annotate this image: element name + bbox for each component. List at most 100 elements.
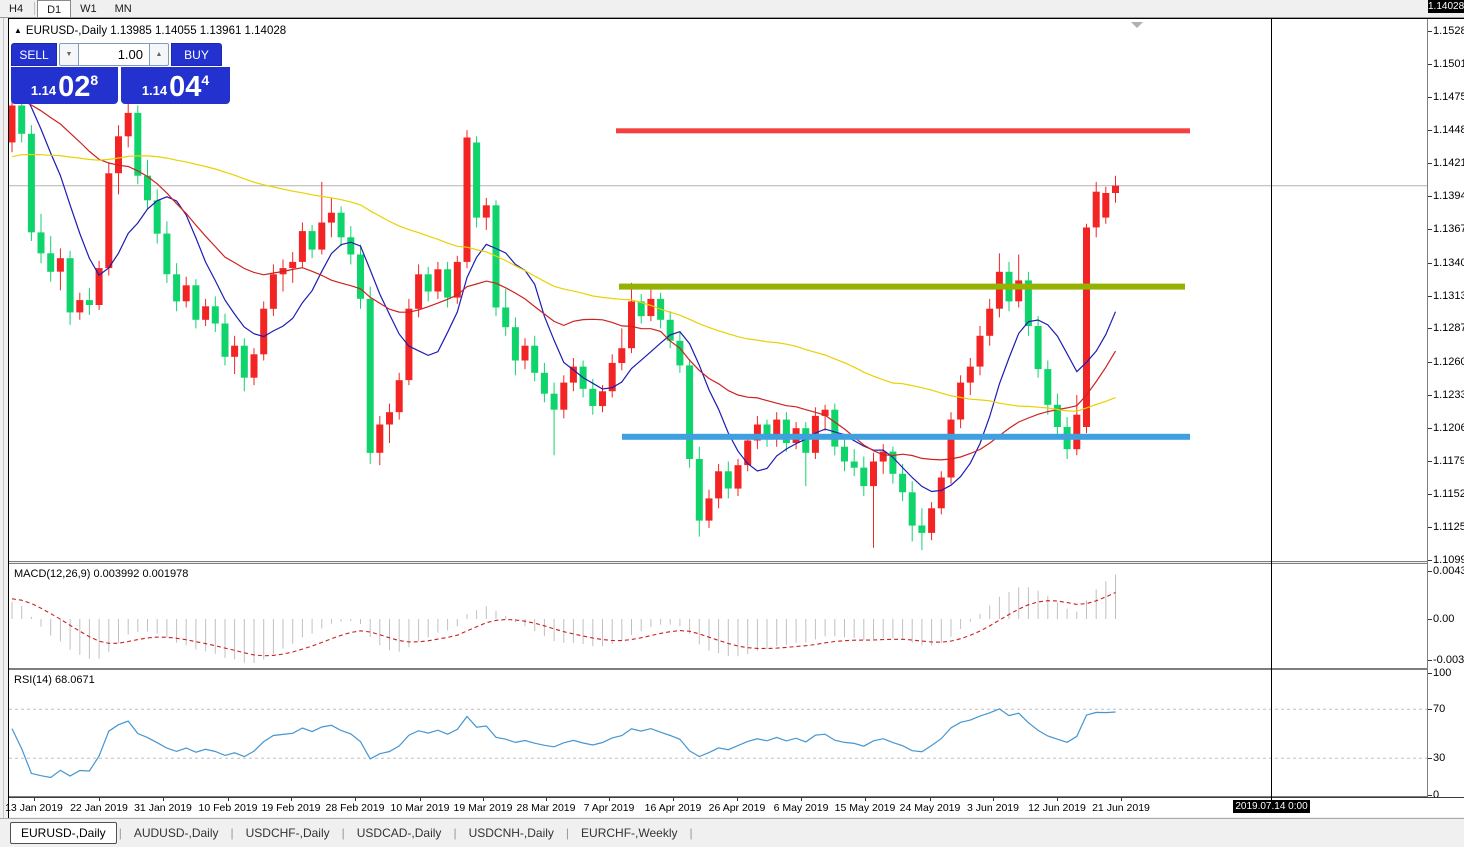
macd-axis-label: -0.00371 (1433, 654, 1464, 666)
date-axis-label: 22 Jan 2019 (70, 802, 128, 814)
sell-price-pip: 8 (90, 72, 98, 88)
date-tick (673, 798, 674, 801)
volume-increase-button[interactable]: ▲ (149, 43, 169, 66)
price-axis-label: 1.13405 (1433, 257, 1464, 269)
symbol-tab-eurchf-weekly[interactable]: EURCHF-,Weekly (571, 823, 687, 843)
one-click-trading-panel: SELL ▼ ▲ BUY 1.14 02 8 1.14 04 4 (11, 43, 230, 104)
buy-price-pip: 4 (201, 72, 209, 88)
axis-tick (1428, 461, 1432, 462)
price-axis-label: 1.14750 (1433, 91, 1464, 103)
axis-tick (1428, 229, 1432, 230)
sell-button[interactable]: SELL (11, 43, 57, 66)
rsi-panel[interactable] (9, 670, 1427, 796)
price-axis-label: 1.13675 (1433, 223, 1464, 235)
chart-shift-marker-icon[interactable] (1131, 22, 1143, 28)
timeframe-button-d1[interactable]: D1 (37, 0, 71, 17)
date-axis-label: 10 Feb 2019 (199, 802, 258, 814)
date-tick (1121, 798, 1122, 801)
axis-tick (1428, 428, 1432, 429)
date-axis-label: 13 Jan 2019 (5, 802, 63, 814)
buy-price-prefix: 1.14 (142, 83, 167, 98)
price-axis-label: 1.14480 (1433, 124, 1464, 136)
axis-tick (1428, 263, 1432, 264)
resistance-ray[interactable] (616, 128, 1190, 133)
axis-tick (1428, 163, 1432, 164)
date-tick (609, 798, 610, 801)
timeframe-button-h4[interactable]: H4 (0, 0, 32, 17)
chart-tab-bar: EURUSD-,Daily|AUDUSD-,Daily|USDCHF-,Dail… (0, 818, 1464, 847)
date-tick (1057, 798, 1058, 801)
price-axis-label: 1.11525 (1433, 488, 1464, 500)
tab-separator: | (117, 826, 124, 840)
axis-tick (1428, 31, 1432, 32)
support-ray[interactable] (622, 434, 1190, 440)
bid-price-badge: 1.14028 (1428, 0, 1464, 13)
price-axis: 1.152851.150151.147501.144801.142101.139… (1427, 19, 1464, 797)
date-axis-label: 15 May 2019 (835, 802, 896, 814)
chart-title: ▲EURUSD-,Daily 1.13985 1.14055 1.13961 1… (14, 25, 286, 37)
symbol-tab-usdcad-daily[interactable]: USDCAD-,Daily (347, 823, 452, 843)
date-axis-label: 3 Jun 2019 (967, 802, 1019, 814)
date-axis-label: 16 Apr 2019 (645, 802, 702, 814)
axis-tick (1428, 709, 1432, 710)
trading-terminal: H4 D1W1MN 1.15285 1.15015 1.14750 1.14480 1.1… (0, 0, 1464, 847)
symbol-tab-usdchf-daily[interactable]: USDCHF-,Daily (236, 823, 340, 843)
date-tick (546, 798, 547, 801)
axis-tick (1428, 673, 1432, 674)
price-axis-label: 1.13135 (1433, 290, 1464, 302)
rsi-axis-label: 70 (1433, 703, 1445, 715)
price-axis-label: 1.15285 (1433, 25, 1464, 37)
axis-tick (1428, 560, 1432, 561)
tab-separator: | (340, 826, 347, 840)
axis-tick (1428, 395, 1432, 396)
macd-axis-label: 0.00 (1433, 613, 1454, 625)
axis-tick (1428, 527, 1432, 528)
symbol-tab-usdcnh-daily[interactable]: USDCNH-,Daily (459, 823, 564, 843)
symbol-tab-audusd-daily[interactable]: AUDUSD-,Daily (124, 823, 229, 843)
buy-button[interactable]: BUY (171, 43, 222, 66)
axis-tick (1428, 130, 1432, 131)
symbol-tab-eurusd-daily[interactable]: EURUSD-,Daily (10, 822, 117, 844)
axis-tick (1428, 296, 1432, 297)
date-tick (993, 798, 994, 801)
timeframe-button-w1[interactable]: W1 (71, 0, 106, 17)
axis-tick (1428, 758, 1432, 759)
chart-title-text: EURUSD-,Daily 1.13985 1.14055 1.13961 1.… (26, 25, 286, 37)
timeframe-button-mn[interactable]: MN (106, 0, 141, 17)
date-axis-label: 28 Mar 2019 (517, 802, 576, 814)
axis-tick (1428, 660, 1432, 661)
mid-ray[interactable] (619, 284, 1185, 290)
date-tick (420, 798, 421, 801)
date-tick (228, 798, 229, 801)
date-axis-label: 12 Jun 2019 (1028, 802, 1086, 814)
tab-separator: | (687, 826, 694, 840)
axis-tick (1428, 64, 1432, 65)
date-axis-label: 19 Mar 2019 (454, 802, 513, 814)
rsi-axis-label: 100 (1433, 667, 1451, 679)
price-axis-label: 1.15015 (1433, 58, 1464, 70)
crosshair-date-badge: 2019.07.14 0:00 (1233, 800, 1310, 813)
date-tick (801, 798, 802, 801)
volume-decrease-button[interactable]: ▼ (59, 43, 79, 66)
toolbar-separator (34, 2, 35, 15)
date-tick (355, 798, 356, 801)
axis-tick (1428, 494, 1432, 495)
sell-price-big: 02 (58, 73, 90, 101)
sell-price-prefix: 1.14 (31, 83, 56, 98)
rsi-label: RSI(14) 68.0671 (14, 674, 95, 686)
price-axis-label: 1.13945 (1433, 190, 1464, 202)
macd-panel[interactable] (9, 564, 1427, 668)
window-gutter-line (3, 18, 4, 818)
buy-price-display[interactable]: 1.14 04 4 (121, 67, 230, 104)
date-axis-label: 24 May 2019 (900, 802, 961, 814)
axis-tick (1428, 328, 1432, 329)
date-axis-label: 26 Apr 2019 (709, 802, 766, 814)
sell-price-display[interactable]: 1.14 02 8 (11, 67, 118, 104)
date-tick (163, 798, 164, 801)
volume-input[interactable] (79, 43, 149, 66)
date-axis-label: 10 Mar 2019 (391, 802, 450, 814)
date-axis-label: 28 Feb 2019 (326, 802, 385, 814)
axis-tick (1428, 362, 1432, 363)
axis-tick (1428, 571, 1432, 572)
tab-separator: | (564, 826, 571, 840)
